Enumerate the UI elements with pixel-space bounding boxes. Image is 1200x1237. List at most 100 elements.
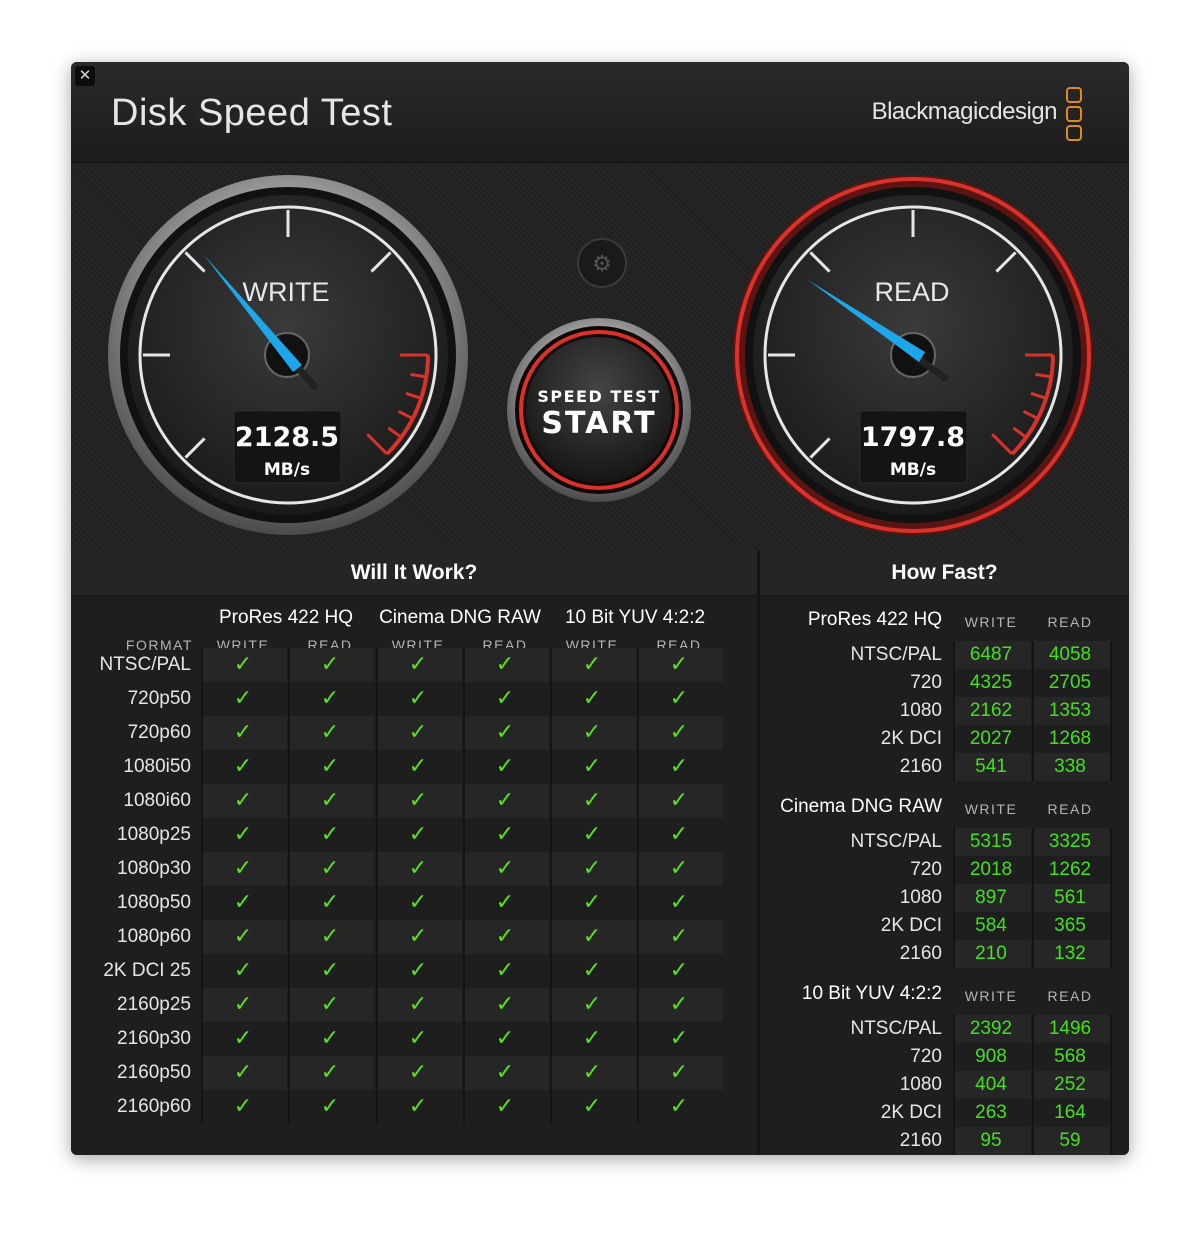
write-fps-value: 95 [980, 1130, 1002, 1151]
checkmark-icon: ✓ [669, 821, 689, 846]
checkmark-icon: ✓ [495, 651, 515, 676]
checkmark-icon: ✓ [495, 821, 515, 846]
checkmark-icon: ✓ [495, 1093, 515, 1118]
checkmark-icon: ✓ [233, 889, 253, 914]
checkmark-icon: ✓ [582, 889, 602, 914]
write-fps-value: 4325 [969, 672, 1013, 693]
checkmark-icon: ✓ [408, 855, 428, 880]
write-fps-value: 541 [975, 756, 1007, 777]
write-fps-value: 2162 [969, 700, 1013, 721]
checkmark-icon: ✓ [320, 957, 340, 982]
format-label: 1080i50 [123, 756, 191, 777]
how-fast-format-label: NTSC/PAL [850, 1018, 942, 1039]
checkmark-icon: ✓ [320, 821, 340, 846]
checkmark-icon: ✓ [233, 1059, 253, 1084]
checkmark-icon: ✓ [408, 685, 428, 710]
how-fast-format-label: 720 [910, 859, 942, 880]
blackmagic-logo-icon [1066, 87, 1082, 141]
panel-divider [757, 551, 760, 1155]
write-fps-value: 897 [975, 887, 1007, 908]
format-label: 2160p50 [117, 1062, 191, 1083]
format-label: 1080p30 [117, 858, 191, 879]
checkmark-icon: ✓ [320, 787, 340, 812]
format-label: 2K DCI 25 [103, 960, 191, 981]
checkmark-icon: ✓ [233, 991, 253, 1016]
start-button-line2: START [541, 406, 656, 441]
write-fps-value: 2392 [969, 1018, 1013, 1039]
write-column-header: WRITE [964, 988, 1018, 1004]
write-fps-value: 2027 [969, 728, 1013, 749]
checkmark-icon: ✓ [495, 1025, 515, 1050]
checkmark-icon: ✓ [320, 753, 340, 778]
read-fps-value: 252 [1054, 1074, 1086, 1095]
checkmark-icon: ✓ [495, 685, 515, 710]
checkmark-icon: ✓ [233, 957, 253, 982]
checkmark-icon: ✓ [233, 719, 253, 744]
checkmark-icon: ✓ [669, 787, 689, 812]
format-label: 2160p25 [117, 994, 191, 1015]
checkmark-icon: ✓ [408, 1025, 428, 1050]
read-gauge: READ 1797.8 MB/s [733, 175, 1093, 535]
checkmark-icon: ✓ [233, 651, 253, 676]
format-label: 1080p50 [117, 892, 191, 913]
checkmark-icon: ✓ [408, 651, 428, 676]
gauge-panel: WRITE 2128.5 MB/s ⚙ SPEED TEST START REA… [71, 163, 1129, 551]
write-fps-value: 263 [975, 1102, 1007, 1123]
write-speed-unit: MB/s [264, 460, 310, 480]
checkmark-icon: ✓ [408, 957, 428, 982]
how-fast-title: How Fast? [760, 551, 1129, 596]
write-fps-value: 6487 [969, 644, 1013, 665]
format-column-header: FORMAT [125, 637, 193, 653]
read-fps-value: 132 [1054, 943, 1086, 964]
how-fast-format-label: 720 [910, 1046, 942, 1067]
checkmark-icon: ✓ [582, 1025, 602, 1050]
how-fast-format-label: 2160 [899, 756, 942, 777]
checkmark-icon: ✓ [233, 787, 253, 812]
checkmark-icon: ✓ [582, 821, 602, 846]
checkmark-icon: ✓ [669, 719, 689, 744]
format-label: NTSC/PAL [99, 654, 191, 675]
checkmark-icon: ✓ [582, 685, 602, 710]
checkmark-icon: ✓ [320, 991, 340, 1016]
checkmark-icon: ✓ [669, 855, 689, 880]
read-speed-value: 1797.8 [861, 422, 965, 453]
checkmark-icon: ✓ [320, 1059, 340, 1084]
checkmark-icon: ✓ [408, 753, 428, 778]
start-button[interactable]: SPEED TEST START [507, 318, 691, 502]
checkmark-icon: ✓ [320, 889, 340, 914]
checkmark-icon: ✓ [582, 1093, 602, 1118]
how-fast-format-label: 2K DCI [880, 1102, 942, 1123]
format-label: 1080p60 [117, 926, 191, 947]
will-it-work-group-label: 10 Bit YUV 4:2:2 [564, 607, 706, 628]
checkmark-icon: ✓ [582, 1059, 602, 1084]
close-button[interactable]: ✕ [75, 66, 95, 86]
how-fast-group-label: ProRes 422 HQ [807, 609, 942, 630]
read-fps-value: 1496 [1048, 1018, 1092, 1039]
how-fast-format-label: 1080 [899, 1074, 942, 1095]
checkmark-icon: ✓ [408, 991, 428, 1016]
how-fast-format-label: 720 [910, 672, 942, 693]
checkmark-icon: ✓ [408, 923, 428, 948]
checkmark-icon: ✓ [408, 1059, 428, 1084]
will-it-work-title: Will It Work? [71, 551, 757, 596]
checkmark-icon: ✓ [582, 787, 602, 812]
checkmark-icon: ✓ [582, 753, 602, 778]
write-fps-value: 210 [975, 943, 1007, 964]
checkmark-icon: ✓ [233, 821, 253, 846]
read-fps-value: 3325 [1048, 831, 1092, 852]
read-fps-value: 59 [1059, 1130, 1081, 1151]
checkmark-icon: ✓ [233, 1025, 253, 1050]
checkmark-icon: ✓ [669, 651, 689, 676]
checkmark-icon: ✓ [408, 1093, 428, 1118]
will-it-work-group-label: ProRes 422 HQ [218, 607, 354, 628]
read-fps-value: 1268 [1048, 728, 1092, 749]
format-label: 2160p30 [117, 1028, 191, 1049]
checkmark-icon: ✓ [495, 957, 515, 982]
checkmark-icon: ✓ [408, 787, 428, 812]
how-fast-group-label: Cinema DNG RAW [780, 796, 942, 817]
how-fast-format-label: 1080 [899, 700, 942, 721]
settings-button[interactable]: ⚙ [577, 238, 627, 288]
checkmark-icon: ✓ [233, 685, 253, 710]
checkmark-icon: ✓ [669, 1059, 689, 1084]
format-label: 2160p60 [117, 1096, 191, 1117]
